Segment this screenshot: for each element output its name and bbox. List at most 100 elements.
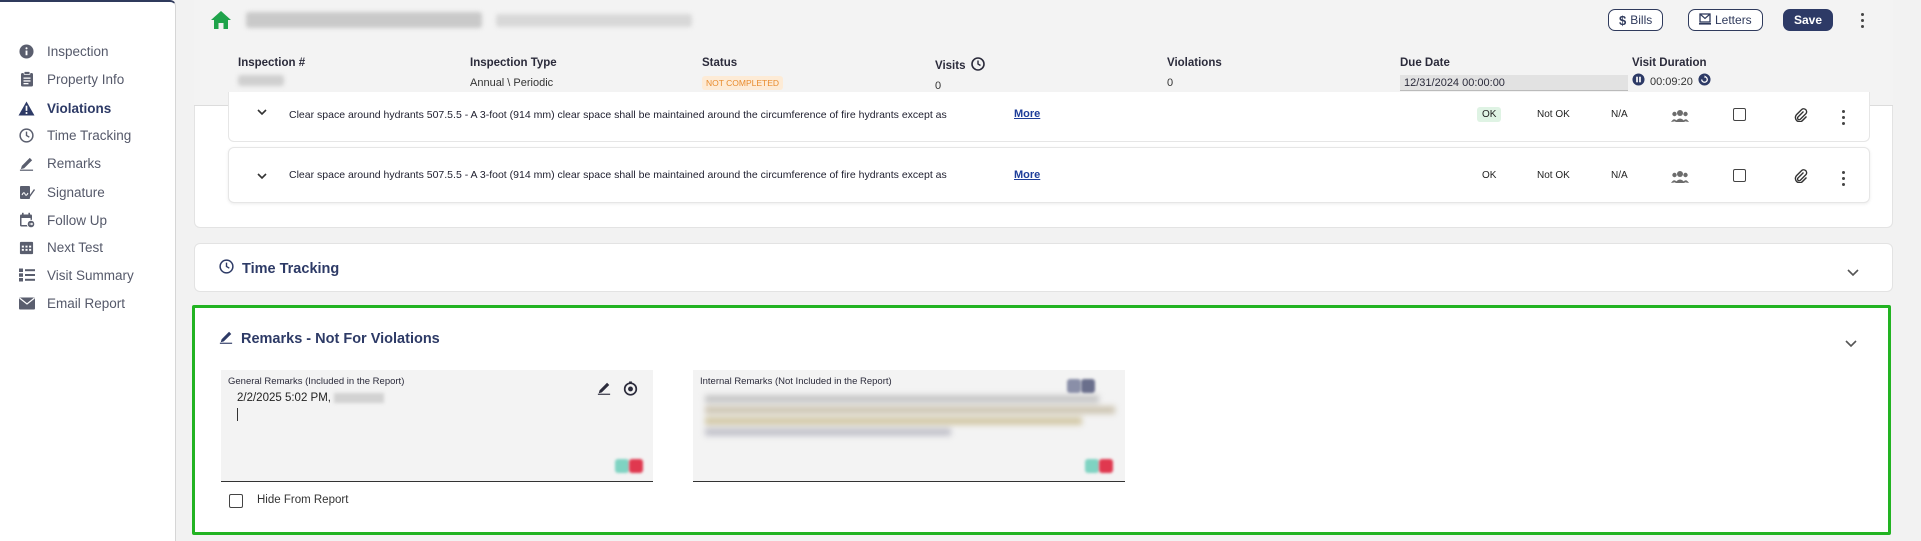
sidebar-item-label: Inspection <box>47 43 109 59</box>
violations-label: Violations <box>1167 57 1222 69</box>
internal-remarks-label: Internal Remarks (Not Included in the Re… <box>700 376 892 387</box>
na-option[interactable]: N/A <box>1611 170 1628 181</box>
clipboard-icon <box>18 71 35 88</box>
property-name-redacted <box>246 12 482 28</box>
hide-from-report-checkbox[interactable] <box>229 494 243 508</box>
reset-timer-icon[interactable] <box>1698 73 1711 91</box>
not-ok-option[interactable]: Not OK <box>1537 109 1570 120</box>
info-circle-icon <box>18 43 35 60</box>
letters-button[interactable]: Letters <box>1688 9 1763 31</box>
general-remarks-content: 2/2/2025 5:02 PM, <box>237 392 385 404</box>
sidebar-item-label: Property Info <box>47 71 125 87</box>
not-ok-option[interactable]: Not OK <box>1537 170 1570 181</box>
violation-checkbox[interactable] <box>1733 169 1746 182</box>
header-more-menu-icon[interactable] <box>1857 10 1867 30</box>
sidebar-item-next-test[interactable]: Next Test <box>18 235 168 259</box>
sidebar-item-label: Signature <box>47 184 105 200</box>
visit-history-icon[interactable] <box>971 57 986 74</box>
sidebar-item-email-report[interactable]: Email Report <box>18 291 168 315</box>
list-icon <box>18 267 35 284</box>
more-link[interactable]: More <box>1014 169 1040 181</box>
ok-option[interactable]: OK <box>1482 170 1496 181</box>
sidebar-item-label: Follow Up <box>47 212 108 228</box>
visits-field: Visits 0 <box>935 57 986 92</box>
violation-text: Clear space around hydrants 507.5.5 - A … <box>289 169 947 181</box>
pencil-icon <box>18 155 35 172</box>
status-badge: NOT COMPLETED <box>702 76 784 90</box>
more-link[interactable]: More <box>1014 108 1040 120</box>
inspection-header: $ Bills Letters Save Inspection # Inspec… <box>194 0 1893 106</box>
inspection-number-field: Inspection # <box>238 57 305 86</box>
author-name-redacted <box>334 392 385 403</box>
na-option[interactable]: N/A <box>1611 109 1628 120</box>
violation-text: Clear space around hydrants 507.5.5 - A … <box>289 109 947 121</box>
home-icon[interactable] <box>210 10 232 30</box>
hide-from-report-label: Hide From Report <box>257 494 349 506</box>
inspection-type-field: Inspection Type Annual \ Periodic <box>470 57 557 89</box>
chevron-down-icon[interactable] <box>257 172 267 183</box>
bills-label: Bills <box>1630 13 1653 27</box>
status-field: Status NOT COMPLETED <box>702 57 784 91</box>
remarks-header[interactable]: Remarks - Not For Violations <box>219 330 440 348</box>
violations-value: 0 <box>1167 77 1174 89</box>
sidebar-item-label: Violations <box>47 100 112 116</box>
people-icon[interactable] <box>1671 109 1689 123</box>
time-tracking-header[interactable]: Time Tracking <box>219 259 339 278</box>
pause-icon[interactable] <box>1632 73 1645 91</box>
visits-value: 0 <box>935 80 942 92</box>
clock-icon <box>219 259 234 278</box>
chevron-down-icon[interactable] <box>1847 264 1859 277</box>
property-address-redacted <box>496 14 692 27</box>
chevron-down-icon[interactable] <box>257 108 267 119</box>
sidebar-item-visit-summary[interactable]: Visit Summary <box>18 263 168 287</box>
warning-triangle-icon <box>18 100 35 117</box>
violation-checkbox[interactable] <box>1733 108 1746 121</box>
sidebar-item-violations[interactable]: Violations <box>18 96 168 120</box>
pencil-icon <box>219 330 233 348</box>
sidebar-item-follow-up[interactable]: Follow Up <box>18 208 168 232</box>
due-date-label: Due Date <box>1400 57 1450 69</box>
chevron-down-icon[interactable] <box>1845 335 1857 348</box>
internal-remarks-content-redacted <box>705 392 1115 447</box>
paperclip-icon[interactable] <box>1794 169 1808 184</box>
signature-icon <box>18 184 35 201</box>
violation-more-menu-icon[interactable] <box>1838 107 1848 127</box>
calendar-grid-icon <box>18 239 35 256</box>
timestamp-icon[interactable] <box>623 381 638 396</box>
violation-row: Clear space around hydrants 507.5.5 - A … <box>228 92 1870 142</box>
internal-remarks-textarea[interactable]: Internal Remarks (Not Included in the Re… <box>693 370 1125 482</box>
inspection-type-value: Annual \ Periodic <box>470 77 554 89</box>
bills-button[interactable]: $ Bills <box>1608 9 1664 31</box>
sidebar-item-label: Remarks <box>47 155 102 171</box>
save-button[interactable]: Save <box>1783 9 1834 31</box>
time-tracking-panel: Time Tracking <box>194 243 1893 292</box>
letters-icon <box>1699 12 1711 28</box>
sidebar-item-inspection[interactable]: Inspection <box>18 39 168 63</box>
letters-label: Letters <box>1715 13 1752 27</box>
editor-avatars <box>1063 376 1103 396</box>
visits-label: Visits <box>935 59 966 72</box>
clock-icon <box>18 127 35 144</box>
general-remarks-text: 2/2/2025 5:02 PM, <box>237 392 331 404</box>
envelope-icon <box>18 295 35 312</box>
general-remarks-label: General Remarks (Included in the Report) <box>228 376 405 387</box>
violation-row: Clear space around hydrants 507.5.5 - A … <box>228 147 1870 203</box>
sidebar-item-signature[interactable]: Signature <box>18 180 168 204</box>
people-icon[interactable] <box>1671 170 1689 184</box>
sidebar-item-property-info[interactable]: Property Info <box>18 67 168 91</box>
sidebar: Inspection Property Info Violations Time… <box>0 0 176 541</box>
ok-option[interactable]: OK <box>1477 107 1502 122</box>
paperclip-icon[interactable] <box>1794 108 1808 123</box>
due-date-input[interactable]: 12/31/2024 00:00:00 <box>1400 75 1628 91</box>
sidebar-item-time-tracking[interactable]: Time Tracking <box>18 123 168 147</box>
inspection-type-label: Inspection Type <box>470 57 557 69</box>
inspection-number-redacted <box>238 75 284 86</box>
general-remarks-textarea[interactable]: General Remarks (Included in the Report)… <box>221 370 653 482</box>
violations-field: Violations 0 <box>1167 57 1222 89</box>
due-date-field: Due Date 12/31/2024 00:00:00 <box>1400 57 1628 91</box>
visit-duration-label: Visit Duration <box>1632 57 1707 69</box>
sidebar-item-remarks[interactable]: Remarks <box>18 151 168 175</box>
violation-more-menu-icon[interactable] <box>1838 168 1848 188</box>
sidebar-item-label: Email Report <box>47 295 126 311</box>
pencil-icon[interactable] <box>597 381 611 395</box>
